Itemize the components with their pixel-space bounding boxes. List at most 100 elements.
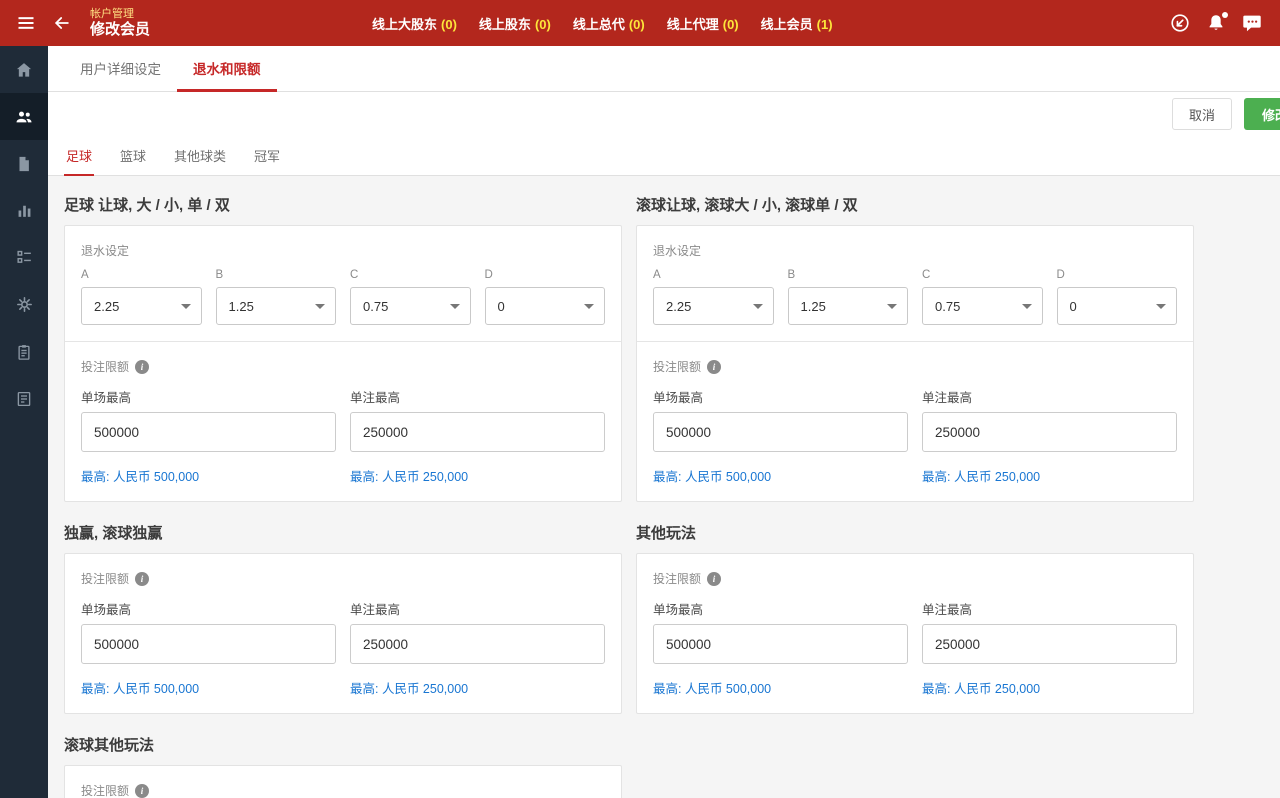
rebate-select-d[interactable]: 0: [1057, 287, 1178, 325]
sidebar-item-settings[interactable]: [0, 281, 48, 328]
bet-max-input[interactable]: [922, 412, 1177, 452]
match-max-label: 单场最高: [81, 599, 336, 618]
select-value: 2.25: [94, 299, 119, 314]
bet-max-label: 单注最高: [922, 387, 1177, 406]
info-icon: i: [707, 572, 721, 586]
tab-rebate-limits[interactable]: 退水和限额: [177, 46, 277, 92]
section-live-other: 滚球其他玩法 投注限额i 单场最高 单注最高: [64, 720, 622, 798]
back-arrow-icon: [52, 13, 72, 33]
option-label: D: [485, 269, 606, 281]
chevron-down-icon: [1022, 304, 1032, 309]
divider: [65, 341, 621, 342]
submit-button[interactable]: 修改: [1244, 98, 1280, 130]
chat-button[interactable]: [1234, 5, 1270, 41]
other-plays-card: 投注限额 i 单场最高 最高: 人民币 500,000 单注最高 最高: 人民币 …: [636, 553, 1194, 714]
section-title: 滚球让球, 滚球大 / 小, 滚球单 / 双: [636, 194, 1194, 215]
select-value: 2.25: [666, 299, 691, 314]
sidebar-item-notes[interactable]: [0, 375, 48, 422]
match-max-input[interactable]: [81, 624, 336, 664]
link-member[interactable]: 线上会员(1): [761, 14, 833, 33]
rebate-select-b[interactable]: 1.25: [216, 287, 337, 325]
link-count: (0): [629, 17, 645, 32]
checklist-icon: [15, 248, 34, 267]
tab-basketball[interactable]: 篮球: [118, 136, 148, 176]
settings-tabbar: 用户详细设定 退水和限额: [48, 46, 1280, 92]
match-max-link[interactable]: 最高: 人民币 500,000: [81, 466, 336, 485]
select-value: 0.75: [935, 299, 960, 314]
link-super-shareholder[interactable]: 线上大股东(0): [372, 14, 457, 33]
live-other-card: 投注限额i 单场最高 单注最高: [64, 765, 622, 798]
bet-max-input[interactable]: [350, 624, 605, 664]
sidebar-item-statistics[interactable]: [0, 187, 48, 234]
match-max-label: 单场最高: [81, 387, 336, 406]
match-max-input[interactable]: [653, 412, 908, 452]
sport-tabbar: 足球 篮球 其他球类 冠军: [48, 136, 1280, 176]
match-max-input[interactable]: [653, 624, 908, 664]
match-max-link[interactable]: 最高: 人民币 500,000: [653, 678, 908, 697]
rebate-settings-label: 退水设定: [653, 242, 1177, 259]
sidebar-item-users[interactable]: [0, 93, 48, 140]
chevron-down-icon: [181, 304, 191, 309]
link-count: (0): [535, 17, 551, 32]
link-label: 线上会员: [761, 17, 813, 32]
bet-max-input[interactable]: [922, 624, 1177, 664]
tab-football[interactable]: 足球: [64, 136, 94, 176]
match-max-link[interactable]: 最高: 人民币 500,000: [81, 678, 336, 697]
select-value: 1.25: [801, 299, 826, 314]
bar-chart-icon: [15, 201, 34, 220]
link-label: 线上大股东: [372, 17, 437, 32]
bet-max-link[interactable]: 最高: 人民币 250,000: [922, 678, 1177, 697]
link-master-agent[interactable]: 线上总代 (0): [573, 14, 645, 33]
link-shareholder[interactable]: 线上股东(0): [479, 14, 551, 33]
rebate-select-a[interactable]: 2.25: [81, 287, 202, 325]
topbar: 帐户管理 修改会员 线上大股东(0) 线上股东(0) 线上总代(0) 线上代理(…: [0, 0, 1280, 46]
match-max-input[interactable]: [81, 412, 336, 452]
bet-limits-label: 投注限额: [653, 570, 701, 587]
tab-user-details[interactable]: 用户详细设定: [64, 46, 177, 92]
chat-icon: [1241, 12, 1263, 34]
section-title: 其他玩法: [636, 522, 1194, 543]
sidebar-item-checklist[interactable]: [0, 234, 48, 281]
option-label: D: [1057, 269, 1178, 281]
rebate-select-c[interactable]: 0.75: [350, 287, 471, 325]
section-handicap: 足球 让球, 大 / 小, 单 / 双 退水设定 A 2.25 B 1.25 C…: [64, 180, 622, 502]
cancel-button[interactable]: 取消: [1172, 98, 1232, 130]
rebate-select-d[interactable]: 0: [485, 287, 606, 325]
match-max-label: 单场最高: [653, 599, 908, 618]
rebate-select-b[interactable]: 1.25: [788, 287, 909, 325]
chevron-down-icon: [450, 304, 460, 309]
bet-limits-label: 投注限额: [653, 358, 701, 375]
rebate-select-a[interactable]: 2.25: [653, 287, 774, 325]
bet-max-link[interactable]: 最高: 人民币 250,000: [922, 466, 1177, 485]
actions-row: 取消 修改: [48, 92, 1280, 136]
notifications-button[interactable]: [1198, 5, 1234, 41]
match-max-link[interactable]: 最高: 人民币 500,000: [653, 466, 908, 485]
option-label: B: [788, 269, 909, 281]
chevron-down-icon: [1156, 304, 1166, 309]
chevron-down-icon: [584, 304, 594, 309]
history-button[interactable]: [1162, 5, 1198, 41]
select-value: 1.25: [229, 299, 254, 314]
option-label: C: [350, 269, 471, 281]
section-live-handicap: 滚球让球, 滚球大 / 小, 滚球单 / 双 退水设定 A 2.25 B 1.2…: [636, 180, 1194, 502]
bet-max-link[interactable]: 最高: 人民币 250,000: [350, 466, 605, 485]
back-button[interactable]: [44, 5, 80, 41]
sidebar-item-home[interactable]: [0, 46, 48, 93]
document-icon: [15, 155, 33, 173]
info-icon: i: [135, 572, 149, 586]
menu-button[interactable]: [8, 5, 44, 41]
link-label: 线上总代: [573, 17, 625, 32]
bet-max-link[interactable]: 最高: 人民币 250,000: [350, 678, 605, 697]
bet-max-input[interactable]: [350, 412, 605, 452]
tab-champion[interactable]: 冠军: [252, 136, 282, 176]
tab-other-sports[interactable]: 其他球类: [172, 136, 228, 176]
link-agent[interactable]: 线上代理(0): [667, 14, 739, 33]
rebate-select-c[interactable]: 0.75: [922, 287, 1043, 325]
info-icon: i: [707, 360, 721, 374]
info-icon: i: [135, 360, 149, 374]
bet-max-label: 单注最高: [922, 599, 1177, 618]
sidebar-item-reports[interactable]: [0, 140, 48, 187]
section-other-plays: 其他玩法 投注限额 i 单场最高 最高: 人民币 500,000 单注最高 最高:…: [636, 508, 1194, 714]
sidebar-item-clipboard[interactable]: [0, 328, 48, 375]
account-level-links: 线上大股东(0) 线上股东(0) 线上总代(0) 线上代理(0) 线上会员(1): [372, 14, 833, 33]
